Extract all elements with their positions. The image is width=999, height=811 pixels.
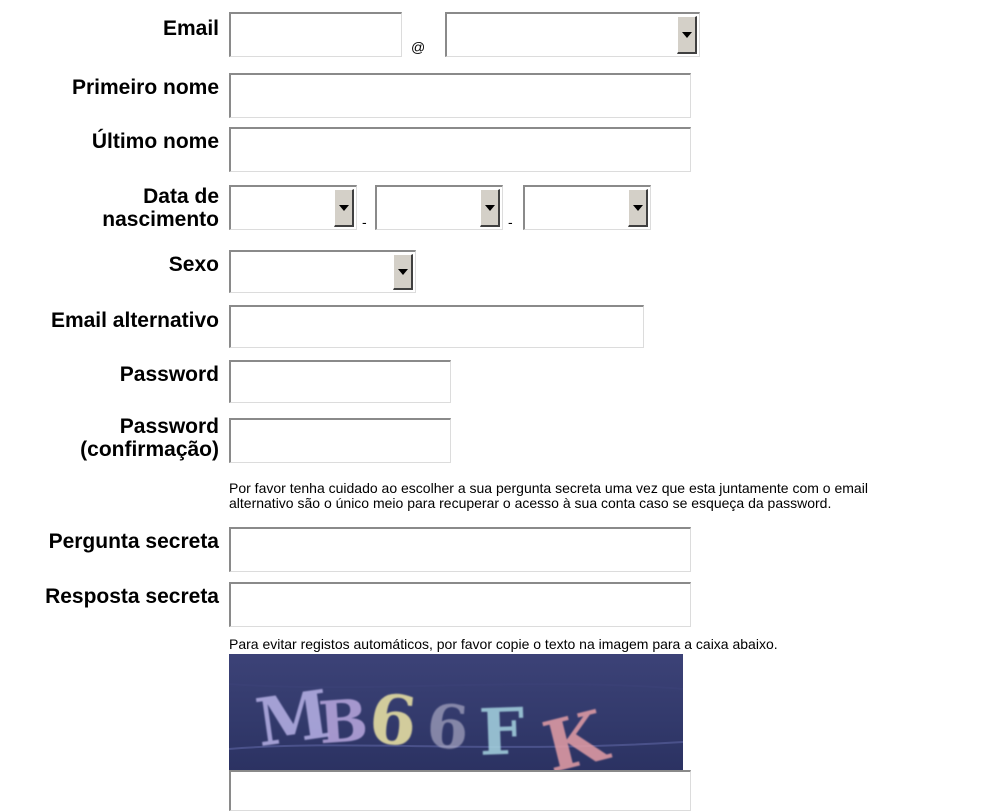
alt-email-field[interactable] xyxy=(229,305,644,348)
birth-year-value xyxy=(529,187,626,229)
captcha-input[interactable] xyxy=(231,772,690,810)
last-name-input[interactable] xyxy=(231,129,690,171)
alt-email-label: Email alternativo xyxy=(50,309,219,332)
birth-date-separator: - xyxy=(508,214,513,230)
sex-select[interactable] xyxy=(229,250,416,293)
chevron-down-icon[interactable] xyxy=(393,254,413,290)
svg-text:6: 6 xyxy=(365,679,420,764)
svg-text:F: F xyxy=(478,694,526,771)
first-name-field[interactable] xyxy=(229,73,691,118)
email-user-input[interactable] xyxy=(231,14,401,56)
secret-question-input[interactable] xyxy=(231,529,690,571)
secret-question-label: Pergunta secreta xyxy=(48,530,219,553)
password-confirm-label-line1: Password xyxy=(119,415,219,438)
birth-date-label-line2: nascimento xyxy=(102,208,219,231)
captcha-image: M B 6 6 F K xyxy=(229,654,683,771)
email-domain-select[interactable] xyxy=(445,12,700,57)
sex-label: Sexo xyxy=(168,253,219,276)
secret-answer-input[interactable] xyxy=(231,584,690,626)
birth-day-select[interactable] xyxy=(229,185,357,230)
password-confirm-label-line2: (confirmação) xyxy=(80,438,219,461)
captcha-graphic: M B 6 6 F K xyxy=(229,675,683,771)
password-label: Password xyxy=(119,363,219,386)
first-name-input[interactable] xyxy=(231,75,690,117)
secret-question-note-line2: alternativo são o único meio para recupe… xyxy=(229,495,832,511)
email-domain-value xyxy=(451,14,675,56)
secret-answer-label: Resposta secreta xyxy=(45,585,219,608)
secret-question-note-line1: Por favor tenha cuidado ao escolher a su… xyxy=(229,480,868,496)
chevron-down-icon[interactable] xyxy=(334,189,354,227)
sex-value xyxy=(235,252,391,292)
chevron-down-icon[interactable] xyxy=(677,16,697,54)
secret-answer-field[interactable] xyxy=(229,582,691,627)
alt-email-input[interactable] xyxy=(231,307,643,347)
captcha-note: Para evitar registos automáticos, por fa… xyxy=(229,636,778,652)
svg-text:K: K xyxy=(535,693,616,771)
birth-month-value xyxy=(381,187,478,229)
secret-question-field[interactable] xyxy=(229,527,691,572)
last-name-label: Último nome xyxy=(91,130,219,153)
email-at-sign: @ xyxy=(411,39,426,55)
captcha-field[interactable] xyxy=(229,770,691,811)
password-confirm-input[interactable] xyxy=(231,420,450,462)
password-field[interactable] xyxy=(229,360,451,403)
email-user-field[interactable] xyxy=(229,12,402,57)
password-confirm-label: Password (confirmação) xyxy=(80,415,219,461)
email-label: Email xyxy=(162,17,219,40)
svg-text:B: B xyxy=(317,686,371,757)
chevron-down-icon[interactable] xyxy=(628,189,648,227)
birth-date-separator: - xyxy=(362,214,367,230)
first-name-label: Primeiro nome xyxy=(71,76,219,99)
birth-date-label: Data de nascimento xyxy=(102,185,219,231)
last-name-field[interactable] xyxy=(229,127,691,172)
password-confirm-field[interactable] xyxy=(229,418,451,463)
birth-day-value xyxy=(235,187,332,229)
birth-date-label-line1: Data de xyxy=(143,185,219,208)
password-input[interactable] xyxy=(231,362,450,402)
svg-text:6: 6 xyxy=(424,692,471,765)
chevron-down-icon[interactable] xyxy=(480,189,500,227)
birth-year-select[interactable] xyxy=(523,185,651,230)
birth-month-select[interactable] xyxy=(375,185,503,230)
